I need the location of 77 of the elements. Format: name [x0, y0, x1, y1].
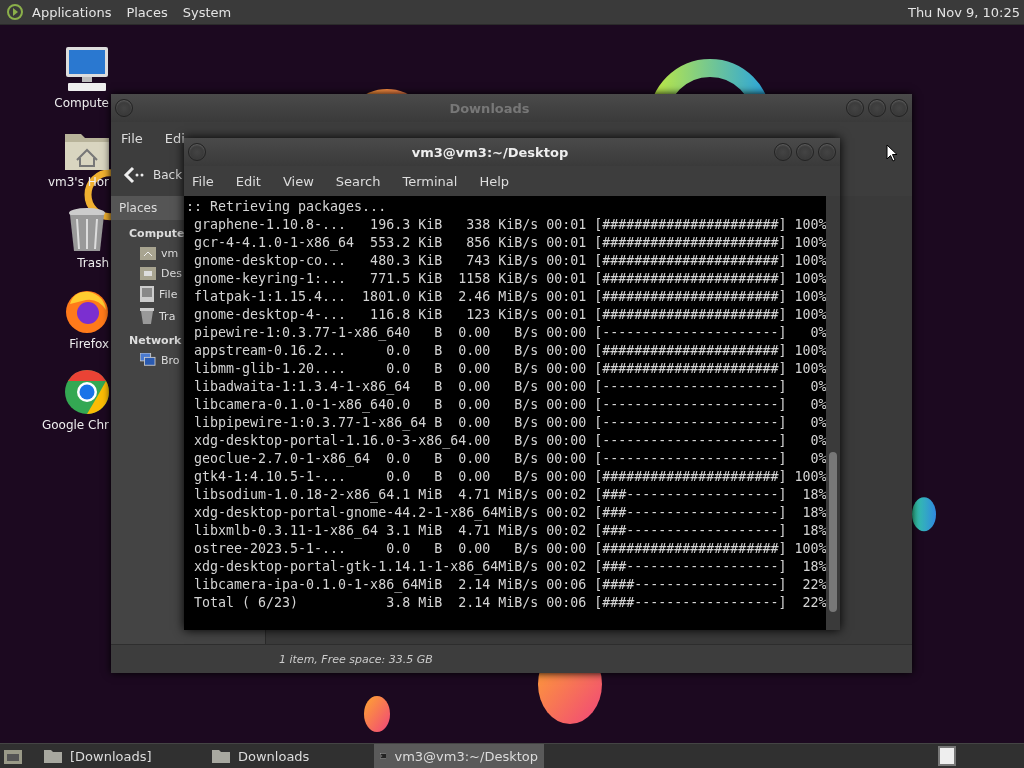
terminal-line: graphene-1.10.8-... 196.3 KiB 338 KiB/s 00:01 [######################] 100%: [193, 216, 826, 234]
back-button[interactable]: Back: [123, 166, 183, 184]
desktop-icon-label[interactable]: Compute: [20, 96, 109, 110]
show-desktop-icon[interactable]: [4, 748, 22, 764]
close-button[interactable]: [818, 143, 836, 161]
terminal-line: gnome-desktop-co... 480.3 KiB 743 KiB/s 00:01 [######################] 100%: [193, 252, 826, 270]
menu-item[interactable]: View: [282, 173, 314, 189]
status-text: 1 item, Free space: 33.5 GB: [279, 652, 433, 666]
sidebar-item[interactable]: vm: [161, 246, 179, 260]
sidebar-item[interactable]: File: [159, 287, 178, 301]
logo-icon[interactable]: [6, 3, 24, 21]
trash-icon[interactable]: [67, 207, 107, 253]
close-button[interactable]: [890, 99, 908, 117]
mouse-pointer-icon: [886, 144, 898, 162]
desktop-icon-label[interactable]: Trash: [20, 256, 109, 270]
terminal-line: libcamera-0.1.0-1-x86_640.0 B 0.00 B/s 00:00 [----------------------] 0%: [193, 396, 826, 414]
terminal-line: xdg-desktop-portal-gnome-44.2-1-x86_64MiB/s 00:02 [###-------------------] 18%: [193, 504, 826, 522]
menu-item[interactable]: File: [121, 130, 143, 146]
terminal-line: pipewire-1:0.3.77-1-x86_640 B 0.00 B/s 00:00 [----------------------] 0%: [193, 324, 826, 342]
folder-icon: [212, 749, 230, 763]
terminal-line: ostree-2023.5-1-... 0.0 B 0.00 B/s 00:00 [######################] 100%: [193, 540, 826, 558]
menu-item[interactable]: Edit: [235, 173, 261, 189]
sidebar-item[interactable]: Tra: [159, 309, 176, 323]
panel-menu[interactable]: Applications: [32, 4, 112, 20]
terminal-line: xdg-desktop-portal-1.16.0-3-x86_64.00 B/s 00:00 [----------------------] 0%: [193, 432, 826, 450]
clock[interactable]: Thu Nov 9, 10:25: [907, 4, 1020, 20]
trash-icon: [140, 308, 154, 324]
maximize-button[interactable]: [796, 143, 814, 161]
scrollbar-thumb[interactable]: [829, 452, 837, 612]
workspace-switcher[interactable]: [938, 746, 956, 766]
network-icon: [140, 353, 156, 367]
sidebar-item[interactable]: Bro: [161, 353, 180, 367]
terminal-line: gcr-4-4.1.0-1-x86_64 553.2 KiB 856 KiB/s 00:01 [######################] 100%: [193, 234, 826, 252]
firefox-icon[interactable]: [64, 288, 110, 334]
panel-menu[interactable]: System: [182, 4, 232, 20]
folder-icon: [44, 749, 62, 763]
terminal-line: :: Retrieving packages...: [186, 198, 388, 216]
scrollbar[interactable]: [826, 196, 840, 630]
minimize-button[interactable]: [774, 143, 792, 161]
sidebar-header[interactable]: Places: [111, 196, 184, 220]
menu-item[interactable]: Search: [335, 173, 381, 189]
maximize-button[interactable]: [868, 99, 886, 117]
taskbar-item[interactable]: Downloads: [206, 744, 374, 768]
home-folder-icon: [140, 246, 156, 260]
terminal-line: libmm-glib-1.20.... 0.0 B 0.00 B/s 00:00 [######################] 100%: [193, 360, 826, 378]
back-arrow-icon: [123, 166, 145, 184]
drive-icon: [140, 286, 154, 302]
terminal-line: libpipewire-1:0.3.77-1-x86_64 B 0.00 B/s 00:00 [----------------------] 0%: [193, 414, 826, 432]
terminal-line: Total ( 6/23) 3.8 MiB 2.14 MiB/s 00:06 [####------------------] 22%: [193, 594, 826, 612]
terminal-line: libxmlb-0.3.11-1-x86_64 3.1 MiB 4.71 MiB/s 00:02 [###-------------------] 18%: [193, 522, 826, 540]
terminal-line: libsodium-1.0.18-2-x86_64.1 MiB 4.71 MiB/s 00:02 [###-------------------] 18%: [193, 486, 826, 504]
terminal-line: geoclue-2.7.0-1-x86_64 0.0 B 0.00 B/s 00:00 [----------------------] 0%: [193, 450, 826, 468]
terminal-line: gtk4-1:4.10.5-1-... 0.0 B 0.00 B/s 00:00 [######################] 100%: [193, 468, 826, 486]
menu-item[interactable]: File: [192, 173, 214, 189]
terminal-line: xdg-desktop-portal-gtk-1.14.1-1-x86_64MiB/s 00:02 [###-------------------] 18%: [193, 558, 826, 576]
window-menu-button[interactable]: [115, 99, 133, 117]
window-title: vm3@vm3:~/Desktop: [410, 144, 570, 160]
terminal-line: gnome-desktop-4-... 116.8 KiB 123 KiB/s 00:01 [######################] 100%: [193, 306, 826, 324]
chrome-icon[interactable]: [64, 369, 110, 415]
window-title: Downloads: [448, 100, 531, 116]
desktop-icon-label[interactable]: Firefox: [20, 337, 109, 351]
panel-menu[interactable]: Places: [126, 4, 168, 20]
sidebar-item[interactable]: Des: [161, 266, 182, 280]
minimize-button[interactable]: [846, 99, 864, 117]
folder-icon: [140, 266, 156, 280]
menu-item[interactable]: Terminal: [402, 173, 458, 189]
terminal-line: appstream-0.16.2... 0.0 B 0.00 B/s 00:00 [######################] 100%: [193, 342, 826, 360]
terminal-line: libcamera-ipa-0.1.0-1-x86_64MiB 2.14 MiB/s 00:06 [####------------------] 22%: [193, 576, 826, 594]
menu-item[interactable]: Edi: [164, 130, 185, 146]
terminal-line: gnome-keyring-1:... 771.5 KiB 1158 KiB/s 00:01 [######################] 100%: [193, 270, 826, 288]
desktop-icon-label[interactable]: Google Chr: [20, 418, 109, 432]
taskbar-item[interactable]: [Downloads]: [38, 744, 206, 768]
taskbar-item[interactable]: vm3@vm3:~/Desktop: [374, 744, 544, 768]
terminal-line: libadwaita-1:1.3.4-1-x86_64 B 0.00 B/s 00:00 [----------------------] 0%: [193, 378, 826, 396]
window-menu-button[interactable]: [188, 143, 206, 161]
terminal-line: flatpak-1:1.15.4... 1801.0 KiB 2.46 MiB/s 00:01 [######################] 100%: [193, 288, 826, 306]
menu-item[interactable]: Help: [479, 173, 510, 189]
